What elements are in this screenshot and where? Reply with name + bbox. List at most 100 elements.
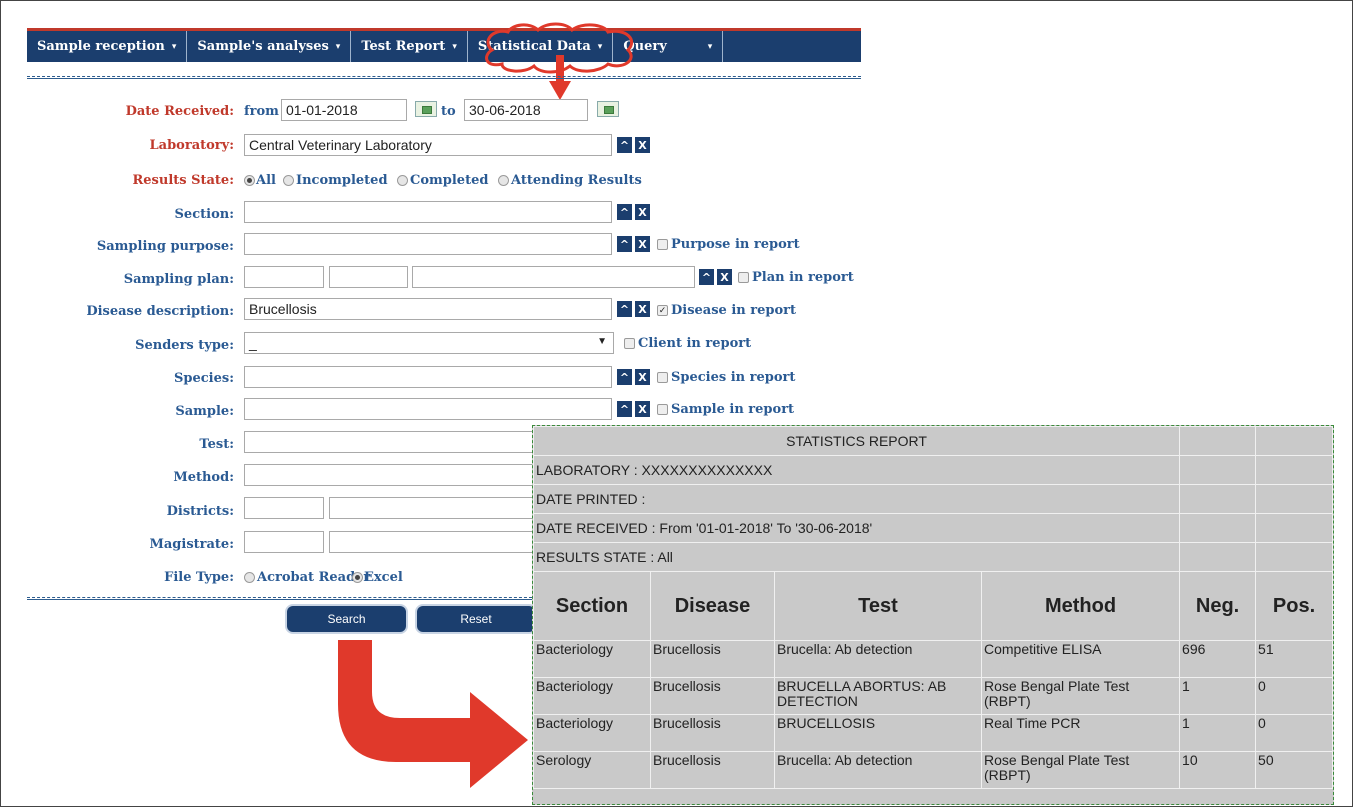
sample-in-report-checkbox[interactable] <box>657 404 668 415</box>
column-header: Disease <box>650 571 775 641</box>
column-header: Section <box>533 571 651 641</box>
radio-excel[interactable] <box>352 572 363 583</box>
chevron-down-icon: ▾ <box>335 41 341 52</box>
chevron-up-icon[interactable]: ^ <box>699 269 714 285</box>
date-from-field[interactable]: 01-01-2018 <box>281 99 407 121</box>
table-cell: 10 <box>1179 751 1257 789</box>
purpose-in-report-label: Purpose in report <box>671 237 800 252</box>
chevron-up-icon[interactable]: ^ <box>617 236 632 252</box>
chevron-up-icon[interactable]: ^ <box>617 137 632 153</box>
menu-sample-reception[interactable]: Sample reception ▾ <box>27 31 188 62</box>
magistrate-label: Magistrate: <box>149 537 234 552</box>
table-cell: Brucellosis <box>650 714 775 752</box>
table-cell: Brucellosis <box>650 640 775 678</box>
menu-test-report[interactable]: Test Report ▾ <box>351 31 468 62</box>
section-label: Section: <box>174 207 234 222</box>
sample-in-report-label: Sample in report <box>671 402 795 417</box>
column-header: Method <box>980 571 1181 641</box>
chevron-down-icon: ▾ <box>707 41 713 52</box>
report-title: STATISTICS REPORT <box>533 426 1181 456</box>
radio-incompleted[interactable] <box>283 175 294 186</box>
disease-in-report-label: Disease in report <box>671 303 796 318</box>
sample-field[interactable] <box>244 398 612 420</box>
senders-type-label: Senders type: <box>135 338 234 353</box>
table-cell: Rose Bengal Plate Test (RBPT) <box>980 677 1181 715</box>
species-field[interactable] <box>244 366 612 388</box>
chevron-up-icon[interactable]: ^ <box>617 401 632 417</box>
radio-completed-label: Completed <box>410 173 489 188</box>
calendar-icon[interactable] <box>597 101 619 117</box>
chevron-up-icon[interactable]: ^ <box>617 369 632 385</box>
magistrate-field-1[interactable] <box>244 531 324 553</box>
radio-incompleted-label: Incompleted <box>296 173 388 188</box>
date-to-field[interactable]: 30-06-2018 <box>464 99 588 121</box>
client-in-report-label: Client in report <box>638 336 752 351</box>
table-cell: Competitive ELISA <box>980 640 1181 678</box>
file-type-label: File Type: <box>164 570 234 585</box>
table-cell: BRUCELLOSIS <box>774 714 982 752</box>
sampling-plan-field-1[interactable] <box>244 266 324 288</box>
section-field[interactable] <box>244 201 612 223</box>
chevron-down-icon: ▼ <box>597 336 607 347</box>
table-cell: 1 <box>1179 714 1257 752</box>
close-icon[interactable]: X <box>635 204 650 220</box>
table-cell: Bacteriology <box>533 677 651 715</box>
menu-samples-analyses[interactable]: Sample's analyses ▾ <box>187 31 352 62</box>
senders-type-select[interactable]: _ ▼ <box>244 332 614 354</box>
reset-button[interactable]: Reset <box>417 606 535 632</box>
disease-in-report-checkbox[interactable]: ✓ <box>657 305 668 316</box>
laboratory-label: Laboratory: <box>149 138 234 153</box>
purpose-in-report-checkbox[interactable] <box>657 239 668 250</box>
radio-acrobat-reader[interactable] <box>244 572 255 583</box>
table-cell: Bacteriology <box>533 714 651 752</box>
plan-in-report-checkbox[interactable] <box>738 272 749 283</box>
close-icon[interactable]: X <box>635 137 650 153</box>
radio-completed[interactable] <box>397 175 408 186</box>
client-in-report-checkbox[interactable] <box>624 338 635 349</box>
form-divider <box>27 76 861 79</box>
main-menu-bar: Sample reception ▾ Sample's analyses ▾ Tes… <box>27 28 861 62</box>
radio-all[interactable] <box>244 175 255 186</box>
districts-field-1[interactable] <box>244 497 324 519</box>
chevron-up-icon[interactable]: ^ <box>617 301 632 317</box>
test-label: Test: <box>199 437 234 452</box>
table-cell: 50 <box>1255 751 1333 789</box>
radio-excel-label: Excel <box>364 570 403 585</box>
table-cell: 51 <box>1255 640 1333 678</box>
species-label: Species: <box>174 371 234 386</box>
disease-description-field[interactable]: Brucellosis <box>244 298 612 320</box>
sampling-purpose-field[interactable] <box>244 233 612 255</box>
chevron-up-icon[interactable]: ^ <box>617 204 632 220</box>
table-cell: Brucellosis <box>650 751 775 789</box>
close-icon[interactable]: X <box>635 301 650 317</box>
report-date-received: DATE RECEIVED : From '01-01-2018' To '30… <box>533 513 1181 543</box>
close-icon[interactable]: X <box>717 269 732 285</box>
table-cell: 1 <box>1179 677 1257 715</box>
search-button[interactable]: Search <box>287 606 406 632</box>
close-icon[interactable]: X <box>635 369 650 385</box>
sampling-plan-field-3[interactable] <box>412 266 695 288</box>
species-in-report-checkbox[interactable] <box>657 372 668 383</box>
table-cell: 0 <box>1255 714 1333 752</box>
laboratory-field[interactable]: Central Veterinary Laboratory <box>244 134 612 156</box>
statistics-report-preview: STATISTICS REPORT LABORATORY : XXXXXXXXX… <box>532 425 1334 805</box>
table-row: Bacteriology Brucellosis BRUCELLA ABORTU… <box>533 677 1333 715</box>
chevron-down-icon: ▾ <box>171 41 177 52</box>
table-cell: Brucella: Ab detection <box>774 640 982 678</box>
report-date-printed: DATE PRINTED : <box>533 484 1181 514</box>
sampling-plan-label: Sampling plan: <box>123 272 234 287</box>
table-row: Serology Brucellosis Brucella: Ab detect… <box>533 751 1333 789</box>
calendar-icon[interactable] <box>415 101 437 117</box>
report-laboratory: LABORATORY : XXXXXXXXXXXXXX <box>533 455 1181 485</box>
sampling-plan-field-2[interactable] <box>329 266 408 288</box>
chevron-down-icon: ▾ <box>452 41 457 52</box>
date-received-label: Date Received: <box>125 104 234 119</box>
close-icon[interactable]: X <box>635 236 650 252</box>
column-header: Pos. <box>1255 571 1333 641</box>
disease-description-label: Disease description: <box>86 304 234 319</box>
table-cell: 0 <box>1255 677 1333 715</box>
close-icon[interactable]: X <box>635 401 650 417</box>
sample-label: Sample: <box>175 404 234 419</box>
radio-attending-results[interactable] <box>498 175 509 186</box>
table-row: Bacteriology Brucellosis Brucella: Ab de… <box>533 640 1333 678</box>
